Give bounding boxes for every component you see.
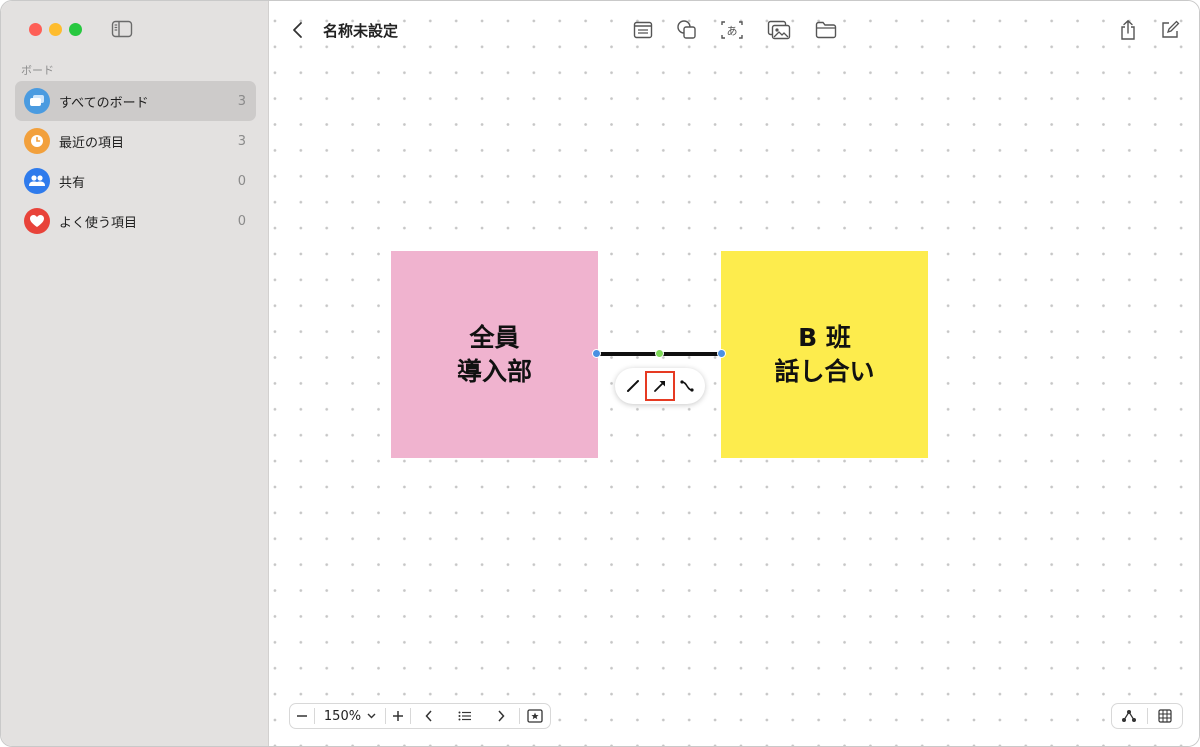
text-box-icon[interactable] [630,17,656,43]
main-area: 名称未設定 あ 全員 導入部 B 班 話し合い 150% [269,1,1199,746]
sidebar-section-label: ボード [21,64,54,77]
sidebar-item-count: 3 [237,93,246,109]
back-icon[interactable] [285,17,311,43]
freeform-window: ボード すべてのボード 3 最近の項目 3 共有 0 よく使う項目 0 名称未設… [0,0,1200,747]
heart-icon [24,208,50,234]
star-frame-icon [527,709,543,723]
list-icon [458,711,471,721]
diagram-icon [1122,710,1137,722]
sidebar-toggle-icon[interactable] [111,20,133,38]
zoom-in-button[interactable] [386,704,410,728]
sidebar-nav: すべてのボード 3 最近の項目 3 共有 0 よく使う項目 0 [15,81,256,241]
bottom-right-controls [1111,703,1183,729]
sticky-text-line: 導入部 [456,356,532,386]
minimize-window-button[interactable] [49,23,62,36]
close-window-button[interactable] [29,23,42,36]
folder-icon[interactable] [813,17,839,43]
sidebar-item-count: 3 [237,133,246,149]
share-icon[interactable] [1115,17,1141,43]
sticky-text-line: B 班 [798,322,851,352]
chevron-down-icon [367,713,376,719]
svg-text:あ: あ [727,25,738,38]
sticky-note-right[interactable]: B 班 話し合い [721,251,928,458]
text-icon[interactable]: あ [719,17,745,43]
clock-icon [24,128,50,154]
sidebar-item-all-boards[interactable]: すべてのボード 3 [15,81,256,121]
connection-points-button[interactable] [1112,704,1147,728]
chevron-right-icon [498,710,505,722]
connector-start-handle[interactable] [592,349,601,358]
sidebar-item-shared[interactable]: 共有 0 [15,161,256,201]
sidebar-item-count: 0 [237,213,246,229]
arrow-line-icon[interactable] [645,371,675,401]
sticky-text-line: 全員 [469,322,520,352]
shapes-icon[interactable] [674,17,700,43]
zoom-level-value: 150% [323,708,362,724]
chevron-left-icon [425,710,432,722]
line-style-popover [615,368,705,404]
zoom-level-select[interactable]: 150% [315,704,385,728]
zoom-navigation-bar: 150% [289,703,551,729]
previous-scene-button[interactable] [411,704,447,728]
sidebar: ボード すべてのボード 3 最近の項目 3 共有 0 よく使う項目 0 [1,1,269,746]
zoom-out-button[interactable] [290,704,314,728]
grid-icon [1158,709,1172,723]
sidebar-item-label: 最近の項目 [59,135,125,151]
scenes-list-button[interactable] [447,704,483,728]
sidebar-item-label: すべてのボード [59,95,149,111]
sticky-note-left[interactable]: 全員 導入部 [391,251,598,458]
straight-line-icon[interactable] [620,373,646,399]
connector-mid-handle[interactable] [655,349,664,358]
next-scene-button[interactable] [483,704,519,728]
media-icon[interactable] [766,17,792,43]
zoom-window-button[interactable] [69,23,82,36]
sidebar-item-label: 共有 [59,175,86,191]
board-title[interactable]: 名称未設定 [323,20,398,41]
sidebar-item-recents[interactable]: 最近の項目 3 [15,121,256,161]
connector-end-handle[interactable] [717,349,726,358]
curved-line-icon[interactable] [674,373,700,399]
sticky-text-line: 話し合い [774,356,875,386]
add-scene-button[interactable] [520,704,550,728]
people-icon [24,168,50,194]
grid-toggle-button[interactable] [1147,704,1182,728]
boards-icon [24,88,50,114]
sidebar-item-label: よく使う項目 [59,215,138,231]
compose-icon[interactable] [1157,17,1183,43]
sidebar-item-count: 0 [237,173,246,189]
sidebar-item-favorites[interactable]: よく使う項目 0 [15,201,256,241]
